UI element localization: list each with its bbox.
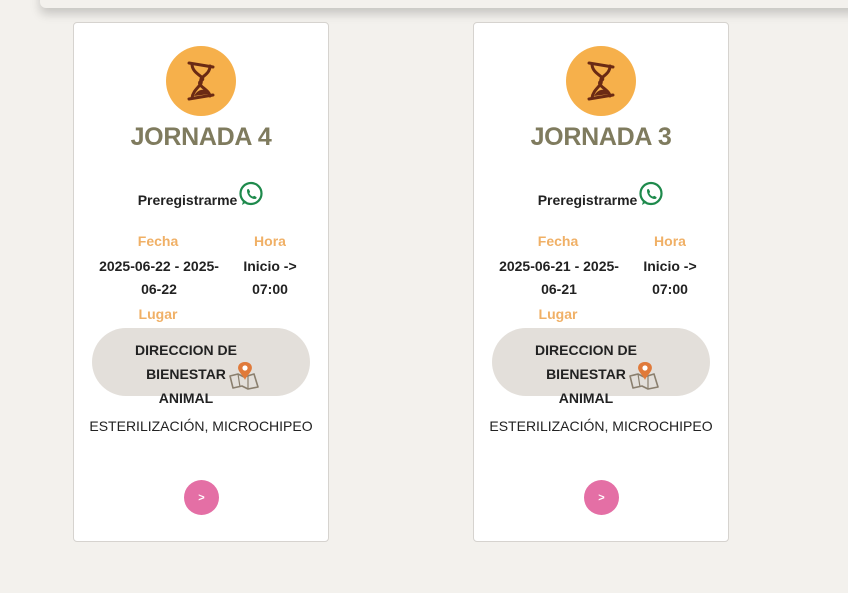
location-pill[interactable]: DIRECCION DE BIENESTAR ANIMAL <box>492 328 710 406</box>
fecha-value-line2: 06-21 <box>541 281 577 297</box>
preregister-link[interactable]: Preregistrarme <box>474 181 728 208</box>
next-button[interactable]: > <box>584 480 619 515</box>
hora-label: Hora <box>654 233 686 249</box>
fecha-label: Fecha <box>137 233 179 249</box>
fecha-value-line1: 2025-06-21 - 2025- <box>499 258 619 274</box>
hora-value-line2: 07:00 <box>652 281 688 297</box>
location-pill[interactable]: DIRECCION DE BIENESTAR ANIMAL <box>92 328 310 406</box>
hora-value: Inicio -> 07:00 <box>632 255 708 301</box>
event-card-jornada-3: JORNADA 3 Preregistrarme Fecha Hora 2025… <box>473 22 729 542</box>
event-description: ESTERILIZACIÓN, MICROCHIPEO <box>489 418 713 434</box>
lugar-label: Lugar <box>138 306 178 322</box>
hourglass-icon <box>187 61 215 101</box>
preregister-link[interactable]: Preregistrarme <box>74 181 328 208</box>
top-header-shadow <box>40 0 848 8</box>
event-card-jornada-4: JORNADA 4 Preregistrarme Fecha Hora 2025… <box>73 22 329 542</box>
map-pin-icon[interactable] <box>628 360 660 390</box>
card-title: JORNADA 4 <box>130 123 272 151</box>
card-title: JORNADA 3 <box>530 123 672 151</box>
hora-value-line1: Inicio -> <box>643 258 697 274</box>
event-description: ESTERILIZACIÓN, MICROCHIPEO <box>89 418 313 434</box>
preregister-label: Preregistrarme <box>137 192 238 208</box>
hora-value-line1: Inicio -> <box>243 258 297 274</box>
fecha-value-line1: 2025-06-22 - 2025- <box>99 258 219 274</box>
hourglass-icon <box>587 61 615 101</box>
whatsapp-icon[interactable] <box>638 181 664 207</box>
hora-label: Hora <box>254 233 286 249</box>
fecha-value-line2: 06-22 <box>141 281 177 297</box>
lugar-label: Lugar <box>538 306 578 322</box>
hora-value: Inicio -> 07:00 <box>232 255 308 301</box>
fecha-value: 2025-06-22 - 2025- 06-22 <box>92 255 226 301</box>
hora-value-line2: 07:00 <box>252 281 288 297</box>
preregister-label: Preregistrarme <box>537 192 638 208</box>
hourglass-badge <box>166 46 236 116</box>
whatsapp-icon[interactable] <box>238 181 264 207</box>
next-button[interactable]: > <box>184 480 219 515</box>
fecha-value: 2025-06-21 - 2025- 06-21 <box>492 255 626 301</box>
hourglass-badge <box>566 46 636 116</box>
map-pin-icon[interactable] <box>228 360 260 390</box>
fecha-label: Fecha <box>537 233 579 249</box>
